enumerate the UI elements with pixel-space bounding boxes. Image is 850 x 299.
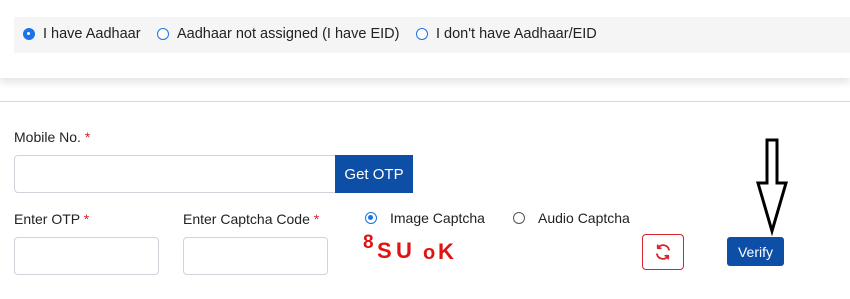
radio-label: I don't have Aadhaar/EID [436, 26, 597, 42]
id-type-panel: I have Aadhaar Aadhaar not assigned (I h… [0, 0, 850, 78]
mobile-label-text: Mobile No. [14, 129, 81, 145]
captcha-char: U [396, 238, 412, 263]
captcha-input[interactable] [183, 237, 328, 275]
radio-audio-captcha[interactable]: Audio Captcha [513, 210, 630, 226]
radio-dot-checked[interactable] [365, 212, 377, 224]
otp-label: Enter OTP * [14, 211, 89, 227]
radio-label: I have Aadhaar [43, 26, 141, 42]
captcha-char: K [438, 239, 454, 264]
refresh-icon [656, 244, 670, 260]
verify-button[interactable]: Verify [727, 237, 784, 266]
mobile-input[interactable] [14, 155, 336, 193]
radio-image-captcha[interactable]: Image Captcha [365, 210, 485, 226]
radio-label: Aadhaar not assigned (I have EID) [177, 26, 400, 42]
radio-label: Audio Captcha [538, 210, 630, 226]
captcha-char: S [377, 238, 392, 263]
radio-aadhaar-not-assigned[interactable]: Aadhaar not assigned (I have EID) [157, 26, 399, 42]
required-mark: * [84, 129, 91, 145]
required-mark: * [313, 211, 320, 227]
refresh-captcha-button[interactable] [642, 234, 684, 270]
captcha-code-label-text: Enter Captcha Code [183, 211, 310, 227]
get-otp-button[interactable]: Get OTP [335, 155, 413, 193]
radio-label: Image Captcha [390, 210, 485, 226]
radio-dot-checked[interactable] [23, 28, 35, 40]
id-type-radio-group: I have Aadhaar Aadhaar not assigned (I h… [14, 17, 850, 53]
captcha-code-label: Enter Captcha Code * [183, 211, 319, 227]
radio-dot[interactable] [416, 28, 428, 40]
mobile-label: Mobile No. * [14, 129, 90, 145]
otp-input[interactable] [14, 237, 159, 275]
captcha-char: o [423, 242, 436, 264]
radio-have-aadhaar[interactable]: I have Aadhaar [23, 26, 141, 42]
down-arrow-icon [756, 138, 788, 237]
required-mark: * [83, 211, 90, 227]
radio-dot[interactable] [513, 212, 525, 224]
otp-label-text: Enter OTP [14, 211, 80, 227]
radio-no-aadhaar[interactable]: I don't have Aadhaar/EID [416, 26, 597, 42]
captcha-char: 8 [363, 232, 374, 253]
radio-dot[interactable] [157, 28, 169, 40]
section-divider [0, 101, 850, 102]
